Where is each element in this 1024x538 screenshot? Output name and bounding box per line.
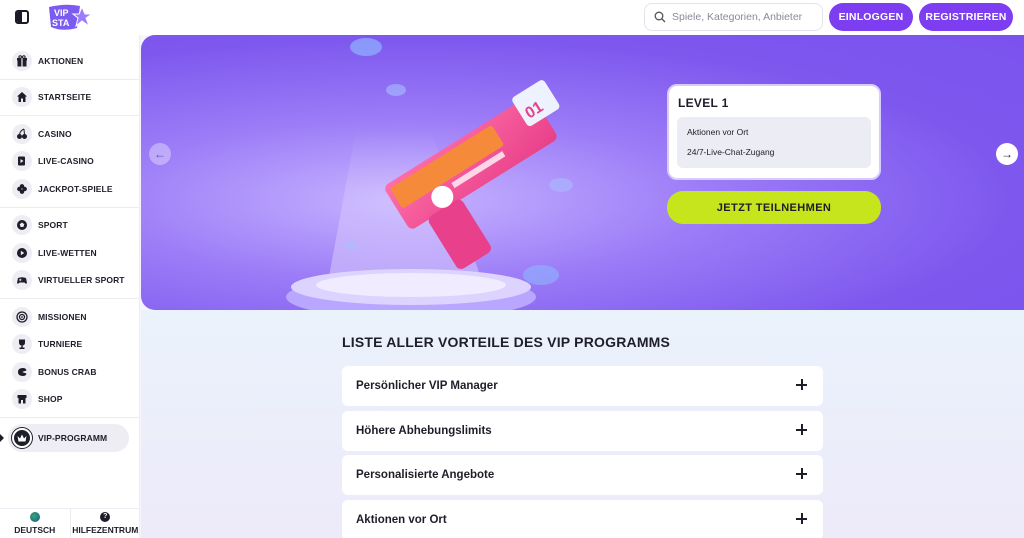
sidebar-item-label: AKTIONEN <box>38 55 84 66</box>
nav-group-vip: VIP-PROGRAMM <box>0 418 139 452</box>
benefit-accordion-item[interactable]: Aktionen vor Ort <box>342 500 823 538</box>
search-icon <box>654 11 666 23</box>
level-perk: 24/7-Live-Chat-Zugang <box>687 147 775 157</box>
sidebar-item-label: TURNIERE <box>38 339 83 350</box>
benefit-label: Personalisierte Angebote <box>356 469 495 481</box>
benefit-label: Persönlicher VIP Manager <box>356 380 498 392</box>
level-perks-list: Aktionen vor Ort 24/7-Live-Chat-Zugang <box>677 117 871 168</box>
sidebar-item-label: VIRTUELLER SPORT <box>38 275 125 286</box>
benefits-title: LISTE ALLER VORTEILE DES VIP PROGRAMMS <box>342 334 671 350</box>
crown-icon <box>12 427 32 448</box>
sidebar-item-label: MISSIONEN <box>38 311 87 322</box>
help-center-link[interactable]: ? HILFEZENTRUM <box>71 509 141 538</box>
sidebar-item-live-casino[interactable]: LIVE-CASINO <box>0 148 139 176</box>
target-icon <box>12 306 32 327</box>
benefit-accordion-item[interactable]: Persönlicher VIP Manager <box>342 366 823 406</box>
gamepad-icon <box>12 270 32 291</box>
svg-text:VIP: VIP <box>54 8 69 18</box>
sidebar-item-label: VIP-PROGRAMM <box>38 432 108 443</box>
sidebar-item-turniere[interactable]: TURNIERE <box>0 331 139 359</box>
trophy-icon <box>12 334 32 355</box>
sidebar-item-casino[interactable]: CASINO <box>0 120 139 148</box>
benefit-label: Aktionen vor Ort <box>356 514 447 526</box>
home-icon <box>12 87 32 108</box>
plus-icon[interactable] <box>796 379 807 390</box>
sidebar-item-bonus-crab[interactable]: BONUS CRAB <box>0 358 139 386</box>
carousel-next-button[interactable]: → <box>996 143 1018 165</box>
nav-group-extras: MISSIONEN TURNIERE BONUS CRAB SHOP <box>0 299 139 418</box>
gift-icon <box>12 50 32 71</box>
hero-illustration: 01 <box>286 38 573 310</box>
play-icon <box>12 242 32 263</box>
sidebar-toggle-icon[interactable] <box>15 10 29 24</box>
active-indicator <box>0 434 4 442</box>
crab-icon <box>12 361 32 382</box>
help-label: HILFEZENTRUM <box>72 525 139 535</box>
nav-group-promotions: AKTIONEN <box>0 35 139 80</box>
level-card: LEVEL 1 Aktionen vor Ort 24/7-Live-Chat-… <box>667 84 881 180</box>
nav-group-casino: CASINO LIVE-CASINO JACKPOT-SPIELE <box>0 116 139 208</box>
sidebar-item-label: JACKPOT-SPIELE <box>38 183 113 194</box>
globe-icon <box>29 512 40 522</box>
sidebar-item-label: STARTSEITE <box>38 92 92 103</box>
sidebar-footer: DEUTSCH ? HILFEZENTRUM <box>0 508 140 538</box>
plus-icon[interactable] <box>796 468 807 479</box>
sidebar-item-aktionen[interactable]: AKTIONEN <box>0 47 139 75</box>
sidebar-item-label: SPORT <box>38 220 68 231</box>
plus-icon[interactable] <box>796 424 807 435</box>
sidebar-item-label: LIVE-CASINO <box>38 156 94 167</box>
nav-group-sport: SPORT LIVE-WETTEN VIRTUELLER SPORT <box>0 208 139 299</box>
clover-icon <box>12 178 32 199</box>
carousel-prev-button[interactable]: ← <box>149 143 171 165</box>
sidebar-item-label: BONUS CRAB <box>38 366 97 377</box>
join-now-button[interactable]: JETZT TEILNEHMEN <box>667 191 881 224</box>
language-label: DEUTSCH <box>14 525 56 535</box>
sidebar-item-label: LIVE-WETTEN <box>38 247 97 258</box>
register-button[interactable]: REGISTRIEREN <box>919 3 1013 31</box>
live-cards-icon <box>12 151 32 172</box>
login-button[interactable]: EINLOGGEN <box>829 3 913 31</box>
benefit-label: Höhere Abhebungslimits <box>356 425 492 437</box>
vipstar-logo[interactable]: VIP STA <box>46 3 94 31</box>
shop-icon <box>12 389 32 410</box>
sidebar-item-live-wetten[interactable]: LIVE-WETTEN <box>0 239 139 267</box>
vip-hero-banner: 01 ← → LEVEL 1 Aktionen vor Ort 24/7-Liv… <box>141 35 1024 310</box>
cherries-icon <box>12 123 32 144</box>
nav-group-home: STARTSEITE <box>0 80 139 116</box>
plus-icon[interactable] <box>796 513 807 524</box>
soccer-ball-icon <box>12 215 32 236</box>
help-icon: ? <box>100 512 111 522</box>
sidebar-item-sport[interactable]: SPORT <box>0 212 139 240</box>
sidebar-item-vip-programm[interactable]: VIP-PROGRAMM <box>0 424 129 452</box>
benefit-accordion-item[interactable]: Personalisierte Angebote <box>342 455 823 495</box>
sidebar-item-virtueller-sport[interactable]: VIRTUELLER SPORT <box>0 267 139 295</box>
search-input[interactable] <box>672 11 812 23</box>
language-selector[interactable]: DEUTSCH <box>0 509 71 538</box>
sidebar-item-label: CASINO <box>38 128 72 139</box>
sidebar-item-startseite[interactable]: STARTSEITE <box>0 84 139 112</box>
benefit-accordion-item[interactable]: Höhere Abhebungslimits <box>342 411 823 451</box>
sidebar-item-jackpot[interactable]: JACKPOT-SPIELE <box>0 175 139 203</box>
search-field[interactable] <box>644 3 823 31</box>
sidebar-item-shop[interactable]: SHOP <box>0 386 139 414</box>
sidebar: AKTIONEN STARTSEITE CASINO LIVE-CASINO J… <box>0 35 140 538</box>
level-perk: Aktionen vor Ort <box>687 127 749 137</box>
sidebar-item-missionen[interactable]: MISSIONEN <box>0 303 139 331</box>
svg-text:STA: STA <box>52 18 70 28</box>
level-title: LEVEL 1 <box>678 96 729 110</box>
sidebar-item-label: SHOP <box>38 394 63 405</box>
benefits-section: LISTE ALLER VORTEILE DES VIP PROGRAMMS P… <box>141 310 1024 538</box>
top-bar: VIP STA EINLOGGEN REGISTRIEREN <box>0 0 1024 35</box>
